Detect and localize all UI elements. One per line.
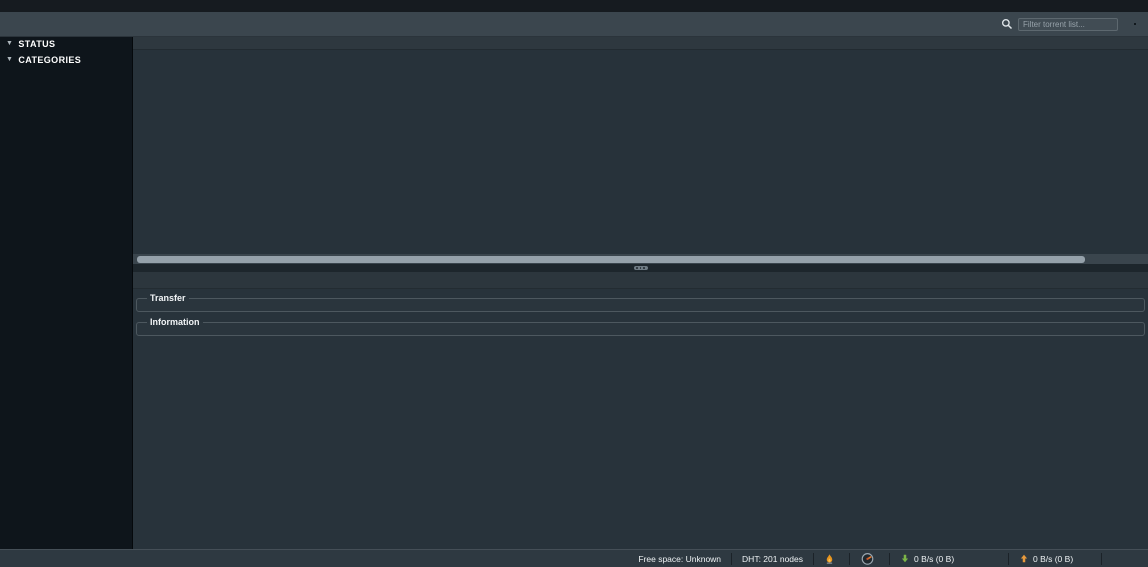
collapse-triangle-icon: ▼ [6, 40, 13, 47]
status-bar: Free space: Unknown DHT: 201 nodes 0 B/s… [0, 549, 1148, 567]
table-header-row [133, 37, 1148, 50]
detail-tab-bar [133, 272, 1148, 289]
torrent-table [133, 37, 1148, 264]
details-pane: Transfer Information [133, 289, 1148, 549]
pane-splitter[interactable] [133, 264, 1148, 272]
search-icon [1001, 18, 1013, 30]
categories-header-label: CATEGORIES [18, 55, 81, 65]
view-tabs [1134, 23, 1136, 25]
splitter-grip [634, 266, 648, 270]
status-header-label: STATUS [18, 39, 55, 49]
menu-bar [0, 0, 1148, 12]
alt-speed-gauge-icon[interactable] [850, 550, 889, 567]
status-section-header[interactable]: ▼ STATUS [0, 37, 132, 50]
sidebar: ▼ STATUS ▼ CATEGORIES [0, 37, 133, 549]
information-groupbox: Information [136, 317, 1145, 336]
table-empty-area [133, 50, 1148, 254]
free-space-label: Free space: Unknown [628, 550, 731, 567]
categories-section-header[interactable]: ▼ CATEGORIES [0, 53, 132, 66]
transfer-legend: Transfer [147, 293, 189, 303]
horizontal-scrollbar-thumb[interactable] [137, 256, 1085, 263]
horizontal-scrollbar[interactable] [133, 254, 1148, 264]
collapse-triangle-icon: ▼ [6, 56, 13, 63]
transfer-groupbox: Transfer [136, 293, 1145, 312]
dht-nodes-label: DHT: 201 nodes [732, 550, 813, 567]
download-speed-status[interactable]: 0 B/s (0 B) [890, 550, 1008, 567]
filter-torrent-input[interactable] [1018, 18, 1118, 31]
download-arrow-icon [900, 553, 910, 564]
information-legend: Information [147, 317, 203, 327]
upload-speed-status[interactable]: 0 B/s (0 B) [1009, 550, 1101, 567]
toolbar [0, 12, 1148, 37]
connection-status-icon[interactable] [814, 550, 849, 567]
upload-arrow-icon [1019, 553, 1029, 564]
